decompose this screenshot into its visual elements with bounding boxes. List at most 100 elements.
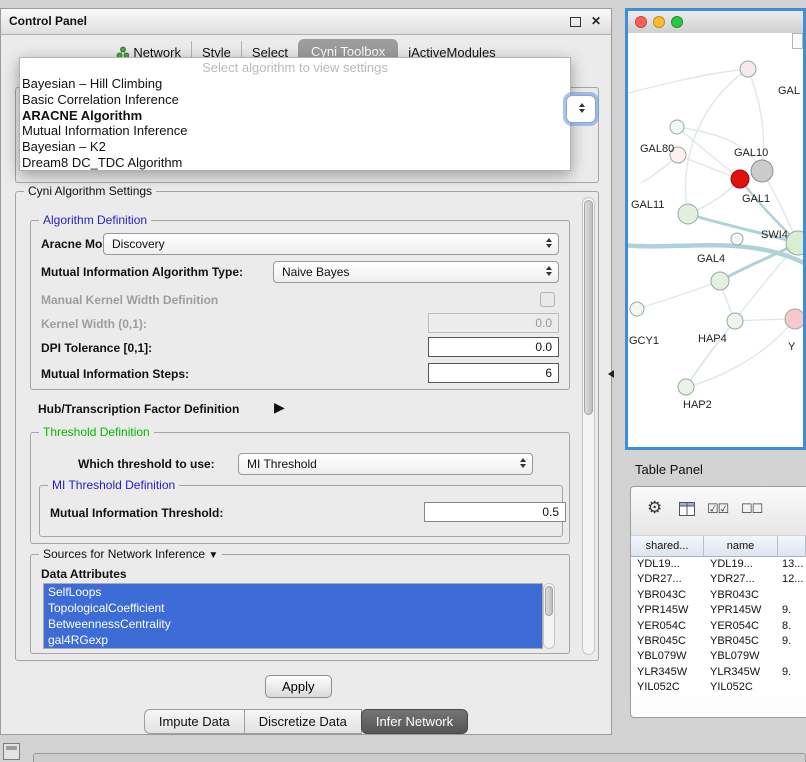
settings-scrollbar-thumb[interactable] [584,200,593,415]
bottom-tabbar: Impute Data Discretize Data Infer Networ… [1,709,611,734]
attribute-list-scrollbar[interactable] [543,583,555,649]
table-header: shared... name [631,535,806,557]
cell: YLR345W [704,665,778,680]
mi-steps-field[interactable]: 6 [428,363,559,383]
table-row[interactable]: YPR145W YPR145W 9. [631,603,806,618]
hide-columns-icon[interactable]: ☐☐ [741,501,762,517]
sources-groupbox: Sources for Network Inference ▼ Data Att… [30,554,570,654]
columns-icon[interactable] [679,502,695,516]
algorithm-combo-button[interactable] [566,95,596,123]
network-window-titlebar [628,11,803,34]
show-selected-columns-icon[interactable]: ☑☑ [707,501,728,517]
dropdown-item[interactable]: Dream8 DC_TDC Algorithm [20,155,570,171]
aracne-mode-combo[interactable]: Discovery [103,233,559,255]
cell: YDR27... [704,572,778,587]
network-node[interactable] [630,302,644,316]
tab-impute-data[interactable]: Impute Data [144,709,245,734]
network-node[interactable] [727,313,743,329]
column-header-shared[interactable]: shared... [631,535,704,557]
cell: YDR27... [631,572,704,587]
threshold-definition-title: Threshold Definition [39,425,154,439]
cell: 13... [778,557,806,572]
table-row[interactable]: YBL079W YBL079W [631,649,806,664]
mi-threshold-field[interactable]: 0.5 [424,502,566,522]
network-node[interactable] [751,160,773,182]
dropdown-item[interactable]: Basic Correlation Inference [20,92,570,108]
cell: 9. [778,603,806,618]
float-window-icon[interactable] [570,17,581,27]
attribute-list-scrollbar-thumb[interactable] [545,586,553,616]
dropdown-item[interactable]: Mutual Information Inference [20,123,570,139]
network-node[interactable] [785,309,803,329]
combo-arrows-icon [520,458,526,468]
close-traffic-light[interactable] [635,16,647,28]
cell: YBL079W [704,649,778,664]
network-canvas[interactable]: GAL80 GAL10 GAL1 GAL11 SWI4 GAL4 GCY1 HA… [628,33,803,447]
table-row[interactable]: YLR345W YLR345W 9. [631,665,806,680]
cell: YBL079W [631,649,704,664]
zoom-traffic-light[interactable] [671,16,683,28]
table-row[interactable]: YIL052C YIL052C [631,680,806,695]
cell: YBR045C [631,634,704,649]
docked-panel-icon-bar [6,746,17,750]
data-attributes-label: Data Attributes [41,567,127,581]
close-icon[interactable]: ✕ [589,14,603,28]
mi-type-combo[interactable]: Naive Bayes [273,261,559,283]
network-node[interactable] [731,170,749,188]
attribute-item-selected[interactable]: TopologicalCoefficient [44,600,542,616]
hub-definition-toggle[interactable]: Hub/Transcription Factor Definition [38,402,239,416]
tab-discretize-data[interactable]: Discretize Data [245,709,362,734]
network-node[interactable] [678,204,698,224]
attribute-item-selected[interactable]: SelfLoops [44,584,542,600]
network-node[interactable] [670,120,684,134]
sources-toggle[interactable]: Sources for Network Inference ▼ [39,547,222,561]
table-row[interactable]: YBR043C YBR043C [631,588,806,603]
table-row[interactable]: YER054C YER054C 8. [631,619,806,634]
table-row[interactable]: YDR27... YDR27... 12... [631,572,806,587]
column-header-name[interactable]: name [704,535,778,557]
table-row[interactable]: YBR045C YBR045C 9. [631,634,806,649]
node-label: GAL [778,85,800,97]
canvas-scrollbar[interactable] [792,33,803,49]
tab-infer-network[interactable]: Infer Network [361,709,468,734]
network-node[interactable] [711,272,729,290]
node-label: SWI4 [761,229,788,241]
dropdown-item[interactable]: Bayesian – Hill Climbing [20,76,570,92]
node-label: Y [788,341,795,353]
docked-panel-icon[interactable] [3,743,20,760]
control-panel-titlebar: Control Panel ✕ [1,9,611,35]
node-label: HAP4 [698,333,727,345]
minimize-traffic-light[interactable] [653,16,665,28]
cell [778,588,806,603]
which-threshold-combo[interactable]: MI Threshold [238,453,533,475]
combo-arrows-icon [546,266,552,276]
attribute-item-selected[interactable]: gal4RGexp [44,632,542,648]
expand-right-icon[interactable]: ▶ [274,399,285,416]
dpi-tolerance-field[interactable]: 0.0 [428,337,559,357]
table-row[interactable]: YDL19... YDL19... 13... [631,557,806,572]
cell: YPR145W [631,603,704,618]
mi-type-value: Naive Bayes [282,265,349,279]
network-node[interactable] [740,61,756,77]
attribute-item-selected[interactable]: BetweennessCentrality [44,616,542,632]
manual-kernel-checkbox [540,292,555,307]
splitter-collapse-icon[interactable] [608,370,614,378]
page: { "colors": { "selection_blue": "#3d6cd7… [0,0,806,762]
cell: YIL052C [704,680,778,695]
table-panel: ⚙ ☑☑ ☐☐ shared... name YDL19... YDL19...… [630,486,806,718]
network-node[interactable] [678,379,694,395]
algorithm-dropdown: Select algorithm to view settings Bayesi… [19,57,571,171]
dropdown-item-selected[interactable]: ARACNE Algorithm [20,108,570,124]
gear-icon[interactable]: ⚙ [647,498,662,518]
cell: YDL19... [631,557,704,572]
settings-scrollbar[interactable] [582,197,595,655]
column-header-cut[interactable] [778,535,806,557]
panel-title: Control Panel [9,14,87,28]
threshold-definition-groupbox: Threshold Definition Which threshold to … [30,432,570,544]
node-label: HAP2 [683,399,712,411]
network-node[interactable] [731,233,743,245]
dropdown-item[interactable]: Bayesian – K2 [20,139,570,155]
apply-button[interactable]: Apply [265,675,332,698]
cell: YPR145W [704,603,778,618]
node-label: GAL10 [734,147,768,159]
